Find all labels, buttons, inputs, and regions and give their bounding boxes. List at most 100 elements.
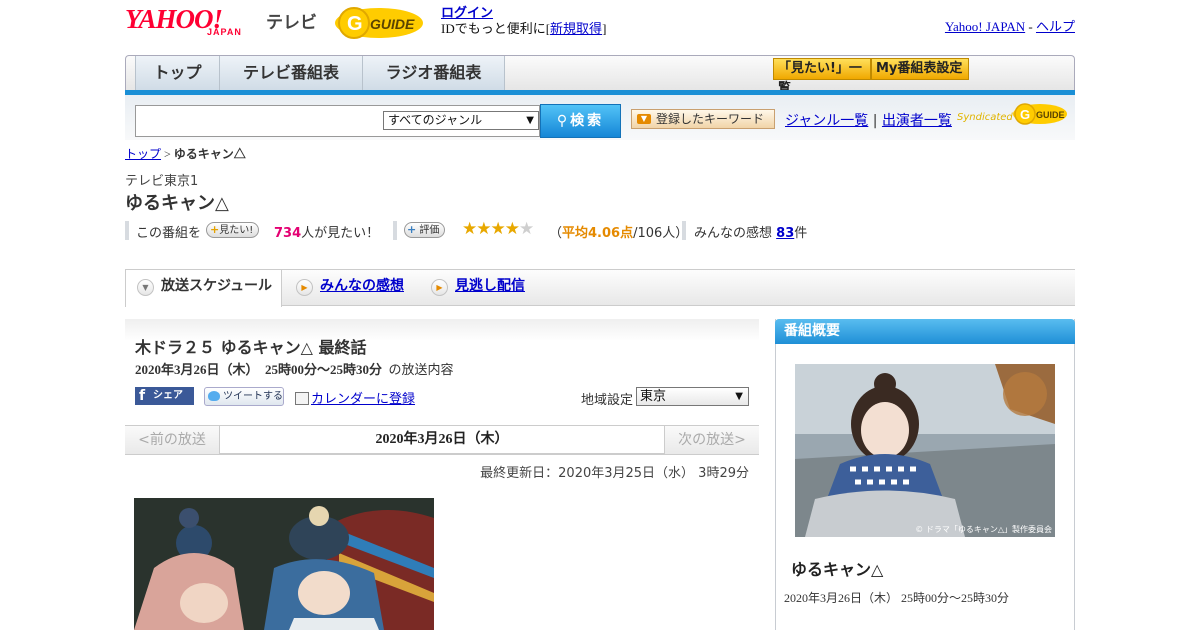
play-arrow-icon: ▶ — [431, 279, 448, 296]
want-suffix: 人が見たい！ — [301, 226, 380, 241]
last-updated: 最終更新日：2020年3月25日（水） 3時29分 — [480, 466, 749, 481]
want-count: 734 — [274, 226, 302, 241]
svg-text:G: G — [347, 13, 363, 35]
search-button[interactable]: ⚲検索 — [540, 104, 621, 138]
episode-title: 木ドラ２５ ゆるキャン△ 最終話 — [135, 338, 367, 357]
program-overview-sidebar: 番組概要 © ドラマ「ゆるキャン△」製作委員会 ゆるキャン△ 2020年3月26… — [775, 319, 1075, 630]
login-link[interactable]: ログイン — [441, 5, 493, 20]
breadcrumb: トップ > ゆるキャン△ — [125, 145, 246, 162]
episode-header: 木ドラ２５ ゆるキャン△ 最終話 2020年3月26日（木） 25時00分～25… — [125, 319, 759, 411]
main-nav: トップ テレビ番組表 ラジオ番組表 「見たい!」一覧 My番組表設定 — [125, 55, 1075, 96]
region-select-value: 東京 — [640, 389, 667, 404]
calendar-icon — [295, 392, 309, 405]
facebook-icon: f — [139, 388, 146, 404]
breadcrumb-home-link[interactable]: トップ — [125, 147, 161, 161]
twitter-bird-icon — [208, 391, 220, 401]
star-icon: ★ — [462, 219, 477, 239]
sidebar-program-title: ゆるキャン△ — [791, 560, 884, 579]
facebook-share-button[interactable]: f シェア — [135, 387, 194, 405]
search-link-separator: | — [872, 113, 878, 129]
rating-button-label: 評価 — [419, 225, 440, 236]
tab-label: 放送スケジュール — [161, 278, 273, 294]
play-arrow-icon: ▶ — [296, 279, 313, 296]
yahoo-japan-link[interactable]: Yahoo! JAPAN — [945, 19, 1025, 34]
login-box: ログイン IDでもっと便利に[新規取得] — [441, 5, 606, 37]
registered-keyword-button[interactable]: ▼ 登録したキーワード — [631, 109, 775, 129]
rating-count: /106人） — [633, 226, 689, 241]
stats-divider — [682, 221, 686, 240]
rating-button[interactable]: + 評価 — [404, 222, 446, 238]
impressions-prefix: みんなの感想 — [694, 226, 773, 241]
want-button-label: 見たい! — [219, 225, 254, 236]
want-count-text: 734人が見たい！ — [274, 222, 379, 241]
nav-tab-tv-schedule[interactable]: テレビ番組表 — [220, 56, 363, 91]
syndicated-label: Syndicated — [957, 112, 1013, 123]
search-button-label: 検索 — [570, 113, 605, 129]
svg-text:GUIDE: GUIDE — [1036, 110, 1065, 120]
dropdown-arrow-icon: ▼ — [637, 114, 651, 124]
login-prompt-prefix: IDでもっと便利に[ — [441, 21, 551, 36]
region-select[interactable]: 東京 ▼ — [636, 387, 749, 406]
gguide-logo[interactable]: G GUIDE — [334, 4, 432, 42]
program-photo-image — [795, 364, 1055, 537]
stats-divider — [393, 221, 397, 240]
next-broadcast-button[interactable]: 次の放送> — [664, 426, 759, 454]
mitai-list-button[interactable]: 「見たい!」一覧 — [773, 58, 871, 96]
episode-broadcast-suffix: の放送内容 — [388, 362, 454, 377]
help-link[interactable]: ヘルプ — [1036, 19, 1075, 34]
prev-broadcast-button[interactable]: <前の放送 — [125, 426, 220, 454]
broadcast-pager: <前の放送 2020年3月26日（木） 次の放送> — [125, 425, 759, 455]
episode-photo — [134, 498, 434, 630]
region-label: 地域設定 — [581, 393, 634, 408]
plus-icon: + — [407, 223, 417, 236]
svg-text:GUIDE: GUIDE — [370, 16, 415, 32]
program-tabs: ▼ 放送スケジュール ▶ みんなの感想 ▶ 見逃し配信 — [125, 269, 1075, 307]
program-photo: © ドラマ「ゆるキャン△」製作委員会 — [795, 364, 1055, 537]
want-button[interactable]: +見たい! — [206, 222, 260, 238]
star-icon: ★ — [490, 219, 506, 239]
station-name: テレビ東京1 — [125, 174, 199, 189]
sidebar-heading: 番組概要 — [775, 319, 1075, 344]
header-links: Yahoo! JAPAN - ヘルプ — [945, 16, 1075, 35]
star-icon: ★ — [504, 219, 520, 239]
registered-keyword-label: 登録したキーワード — [656, 112, 765, 126]
tab-missed-streaming[interactable]: ▶ 見逃し配信 — [420, 270, 525, 306]
genre-select[interactable]: すべてのジャンル ▼ — [383, 111, 539, 130]
impressions-count-link[interactable]: 83 — [776, 226, 794, 241]
stats-divider — [125, 221, 129, 240]
tab-broadcast-schedule[interactable]: ▼ 放送スケジュール — [125, 270, 282, 307]
chevron-down-icon: ▼ — [735, 391, 743, 402]
tweet-button[interactable]: ツイートする — [204, 387, 284, 406]
tv-service-label[interactable]: テレビ — [266, 8, 317, 33]
page-title: ゆるキャン△ — [125, 193, 229, 214]
genre-list-link[interactable]: ジャンル一覧 — [785, 113, 868, 129]
tab-label: 見逃し配信 — [455, 278, 525, 294]
site-header: YAHOO! JAPAN テレビ G GUIDE ログイン IDでもっと便利に[… — [125, 0, 1075, 50]
impressions-suffix: 件 — [794, 226, 808, 241]
header-link-separator: - — [1028, 19, 1033, 34]
rating-summary: （平均4.06点/106人） — [549, 222, 688, 241]
tab-impressions[interactable]: ▶ みんなの感想 — [285, 270, 404, 306]
search-links: ジャンル一覧 | 出演者一覧 — [785, 110, 952, 130]
nav-tab-top[interactable]: トップ — [135, 56, 220, 91]
calendar-register-link[interactable]: カレンダーに登録 — [311, 392, 415, 407]
chevron-down-icon: ▼ — [137, 279, 154, 296]
episode-broadcast: 2020年3月26日（木） 25時00分～25時30分 の放送内容 — [135, 359, 454, 378]
nav-tab-radio-schedule[interactable]: ラジオ番組表 — [363, 56, 505, 91]
rating-open-paren: （ — [549, 226, 563, 241]
my-schedule-settings-button[interactable]: My番組表設定 — [871, 58, 969, 80]
want-prefix: この番組を — [136, 226, 202, 241]
signup-link[interactable]: 新規取得 — [550, 21, 602, 36]
yahoo-japan-sublogo: JAPAN — [207, 27, 242, 37]
performer-list-link[interactable]: 出演者一覧 — [882, 113, 952, 129]
calendar-register[interactable]: カレンダーに登録 — [295, 388, 415, 407]
current-broadcast-date: 2020年3月26日（木） — [375, 432, 509, 447]
impressions-summary: みんなの感想 83件 — [694, 222, 807, 241]
photo-credit: © ドラマ「ゆるキャン△」製作委員会 — [915, 525, 1052, 534]
breadcrumb-current: ゆるキャン△ — [173, 147, 246, 161]
plus-icon: + — [210, 223, 220, 236]
sidebar-date-time: 2020年3月26日（木） 25時00分～25時30分 — [784, 591, 1010, 605]
gguide-small-logo: G GUIDE — [1013, 103, 1067, 125]
search-bar: すべてのジャンル ▼ ⚲検索 ▼ 登録したキーワード ジャンル一覧 | 出演者一… — [125, 95, 1075, 140]
episode-time: 25時00分～25時30分 — [265, 362, 383, 377]
